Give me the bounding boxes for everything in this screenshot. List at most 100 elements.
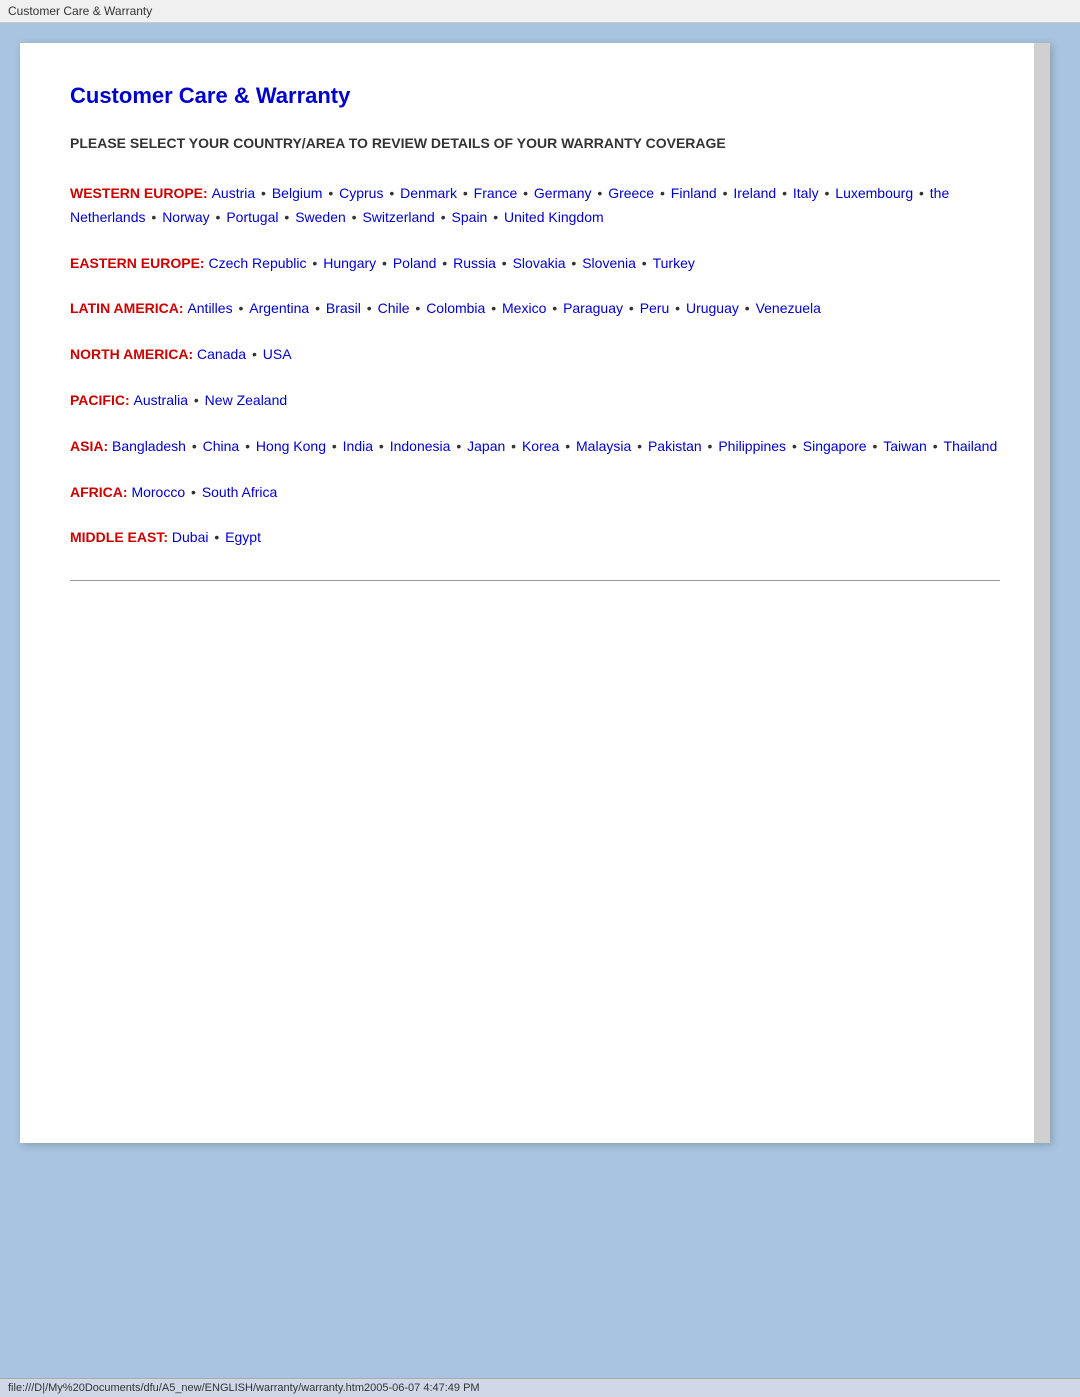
country-link-taiwan[interactable]: Taiwan — [883, 438, 927, 454]
country-link-hong-kong[interactable]: Hong Kong — [256, 438, 326, 454]
separator: • — [412, 300, 425, 316]
country-link-thailand[interactable]: Thailand — [944, 438, 998, 454]
separator: • — [548, 300, 561, 316]
country-link-united-kingdom[interactable]: United Kingdom — [504, 209, 604, 225]
country-link-luxembourg[interactable]: Luxembourg — [835, 185, 913, 201]
page-title: Customer Care & Warranty — [70, 83, 1000, 109]
country-link-argentina[interactable]: Argentina — [249, 300, 309, 316]
country-link-poland[interactable]: Poland — [393, 255, 437, 271]
country-link-mexico[interactable]: Mexico — [502, 300, 546, 316]
country-link-indonesia[interactable]: Indonesia — [390, 438, 451, 454]
country-link-austria[interactable]: Austria — [212, 185, 256, 201]
country-link-finland[interactable]: Finland — [671, 185, 717, 201]
country-link-czech-republic[interactable]: Czech Republic — [208, 255, 306, 271]
separator: • — [210, 529, 223, 545]
country-link-switzerland[interactable]: Switzerland — [362, 209, 434, 225]
country-link-norway[interactable]: Norway — [162, 209, 209, 225]
country-link-france[interactable]: France — [474, 185, 518, 201]
country-link-antilles[interactable]: Antilles — [187, 300, 232, 316]
country-link-portugal[interactable]: Portugal — [226, 209, 278, 225]
country-link-turkey[interactable]: Turkey — [653, 255, 695, 271]
country-link-philippines[interactable]: Philippines — [718, 438, 786, 454]
country-link-uruguay[interactable]: Uruguay — [686, 300, 739, 316]
separator: • — [778, 185, 791, 201]
separator: • — [248, 346, 261, 362]
separator: • — [309, 255, 322, 271]
country-link-egypt[interactable]: Egypt — [225, 529, 261, 545]
separator: • — [821, 185, 834, 201]
separator: • — [148, 209, 161, 225]
separator: • — [363, 300, 376, 316]
region-western-europe: WESTERN EUROPE: Austria • Belgium • Cypr… — [70, 182, 1000, 230]
country-link-slovenia[interactable]: Slovenia — [582, 255, 636, 271]
country-link-usa[interactable]: USA — [263, 346, 292, 362]
separator: • — [788, 438, 801, 454]
region-latin-america: LATIN AMERICA: Antilles • Argentina • Br… — [70, 297, 1000, 321]
country-link-slovakia[interactable]: Slovakia — [513, 255, 566, 271]
divider — [70, 580, 1000, 581]
separator: • — [378, 255, 391, 271]
separator: • — [625, 300, 638, 316]
region-pacific: PACIFIC: Australia • New Zealand — [70, 389, 1000, 413]
separator: • — [568, 255, 581, 271]
country-link-germany[interactable]: Germany — [534, 185, 592, 201]
country-link-chile[interactable]: Chile — [378, 300, 410, 316]
separator: • — [281, 209, 294, 225]
country-link-australia[interactable]: Australia — [134, 392, 188, 408]
country-link-russia[interactable]: Russia — [453, 255, 496, 271]
country-link-venezuela[interactable]: Venezuela — [756, 300, 821, 316]
region-label-western-europe: WESTERN EUROPE: — [70, 185, 212, 201]
country-link-greece[interactable]: Greece — [608, 185, 654, 201]
page-subtitle: PLEASE SELECT YOUR COUNTRY/AREA TO REVIE… — [70, 133, 1000, 154]
separator: • — [437, 209, 450, 225]
country-link-colombia[interactable]: Colombia — [426, 300, 485, 316]
country-link-bangladesh[interactable]: Bangladesh — [112, 438, 186, 454]
separator: • — [633, 438, 646, 454]
country-link-new-zealand[interactable]: New Zealand — [205, 392, 288, 408]
region-eastern-europe: EASTERN EUROPE: Czech Republic • Hungary… — [70, 252, 1000, 276]
separator: • — [487, 300, 500, 316]
country-link-dubai[interactable]: Dubai — [172, 529, 209, 545]
separator: • — [656, 185, 669, 201]
country-link-sweden[interactable]: Sweden — [295, 209, 346, 225]
country-link-canada[interactable]: Canada — [197, 346, 246, 362]
separator: • — [741, 300, 754, 316]
region-label-pacific: PACIFIC: — [70, 392, 134, 408]
separator: • — [561, 438, 574, 454]
country-link-peru[interactable]: Peru — [640, 300, 670, 316]
country-link-china[interactable]: China — [203, 438, 240, 454]
country-link-ireland[interactable]: Ireland — [733, 185, 776, 201]
country-link-belgium[interactable]: Belgium — [272, 185, 323, 201]
country-link-denmark[interactable]: Denmark — [400, 185, 457, 201]
country-link-cyprus[interactable]: Cyprus — [339, 185, 383, 201]
country-link-spain[interactable]: Spain — [452, 209, 488, 225]
separator: • — [311, 300, 324, 316]
region-label-eastern-europe: EASTERN EUROPE: — [70, 255, 208, 271]
region-asia: ASIA: Bangladesh • China • Hong Kong • I… — [70, 435, 1000, 459]
country-link-morocco[interactable]: Morocco — [131, 484, 185, 500]
separator: • — [489, 209, 502, 225]
region-label-latin-america: LATIN AMERICA: — [70, 300, 187, 316]
separator: • — [385, 185, 398, 201]
country-link-singapore[interactable]: Singapore — [803, 438, 867, 454]
country-link-india[interactable]: India — [343, 438, 373, 454]
country-link-brasil[interactable]: Brasil — [326, 300, 361, 316]
separator: • — [375, 438, 388, 454]
country-link-hungary[interactable]: Hungary — [323, 255, 376, 271]
separator: • — [498, 255, 511, 271]
country-link-malaysia[interactable]: Malaysia — [576, 438, 631, 454]
separator: • — [869, 438, 882, 454]
separator: • — [594, 185, 607, 201]
country-link-italy[interactable]: Italy — [793, 185, 819, 201]
country-link-paraguay[interactable]: Paraguay — [563, 300, 623, 316]
region-label-north-america: NORTH AMERICA: — [70, 346, 197, 362]
country-link-pakistan[interactable]: Pakistan — [648, 438, 702, 454]
country-link-south-africa[interactable]: South Africa — [202, 484, 278, 500]
separator: • — [188, 438, 201, 454]
separator: • — [187, 484, 200, 500]
region-label-asia: ASIA: — [70, 438, 112, 454]
country-link-korea[interactable]: Korea — [522, 438, 559, 454]
title-bar-label: Customer Care & Warranty — [8, 4, 152, 18]
separator: • — [507, 438, 520, 454]
country-link-japan[interactable]: Japan — [467, 438, 505, 454]
